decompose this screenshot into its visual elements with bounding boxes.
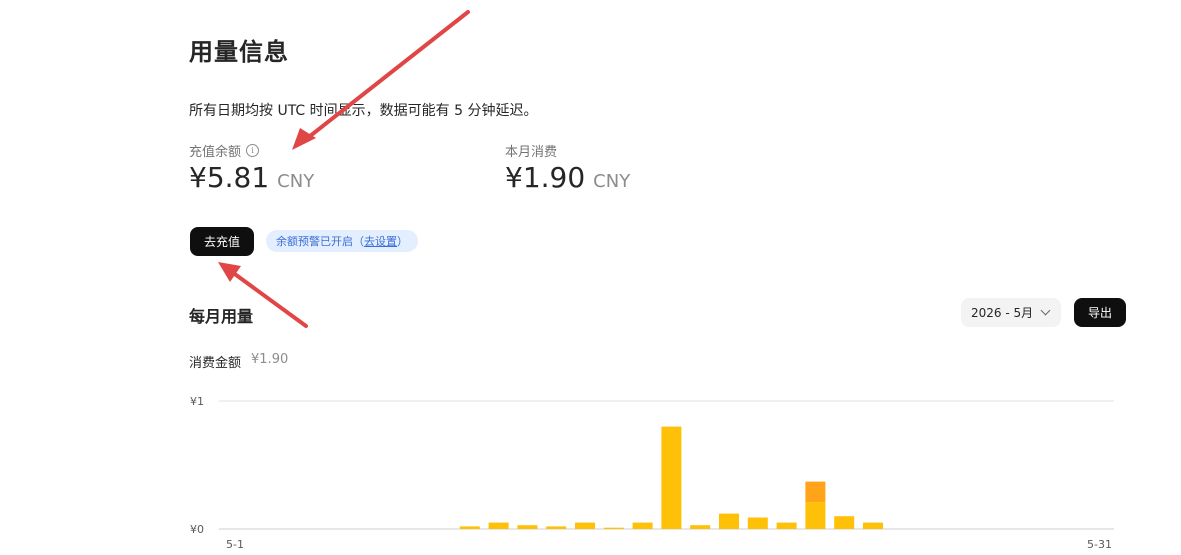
bars-group — [459, 426, 883, 530]
x-tick-label-end: 5-31 — [1087, 538, 1112, 551]
bar-day-21-s1[interactable] — [805, 481, 826, 503]
usage-bar-chart: ¥1 ¥0 5-1 5-31 — [190, 395, 1114, 551]
bar-day-20-s0[interactable] — [776, 522, 797, 529]
y-tick-label-max: ¥1 — [190, 395, 204, 408]
bar-day-22-s0[interactable] — [834, 516, 855, 529]
bar-day-23-s0[interactable] — [863, 522, 883, 529]
x-tick-label-start: 5-1 — [226, 538, 244, 551]
bar-day-14-s0[interactable] — [603, 527, 624, 529]
bar-day-16-s0[interactable] — [661, 426, 682, 529]
bar-day-21-s0[interactable] — [805, 502, 826, 529]
bar-day-11-s0[interactable] — [517, 525, 538, 529]
bar-day-17-s0[interactable] — [690, 525, 711, 529]
bar-day-18-s0[interactable] — [719, 513, 739, 529]
bar-day-19-s0[interactable] — [747, 517, 768, 530]
bar-day-10-s0[interactable] — [488, 522, 509, 529]
y-tick-label-zero: ¥0 — [190, 523, 204, 536]
bar-day-13-s0[interactable] — [575, 522, 595, 529]
bar-day-9-s0[interactable] — [459, 526, 480, 529]
bar-day-15-s0[interactable] — [632, 522, 653, 529]
bar-day-12-s0[interactable] — [546, 526, 567, 529]
